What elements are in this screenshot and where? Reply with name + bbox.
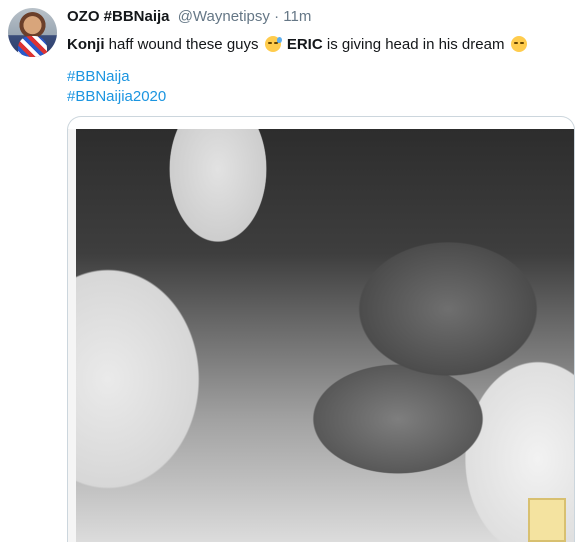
hashtag-link-bbnaija[interactable]: #BBNaija: [67, 67, 572, 87]
tweet-text-segment-2: is giving head in his dream: [322, 36, 509, 53]
header-separator: ·: [274, 8, 280, 25]
video-media[interactable]: [67, 116, 575, 542]
tweet[interactable]: OZO #BBNaija @Waynetipsy · 11m Konji haf…: [0, 0, 581, 542]
smiling-face-emoji-icon: [510, 36, 527, 52]
hashtag-list: #BBNaija #BBNaijia2020: [67, 67, 572, 107]
author-handle[interactable]: @Waynetipsy: [178, 8, 270, 25]
bold-word-konji: Konji: [67, 36, 105, 53]
tweet-text: Konji haff wound these guys ERIC is givi…: [67, 35, 572, 55]
video-corner-logo: [528, 498, 566, 542]
tweet-header: OZO #BBNaija @Waynetipsy · 11m: [67, 7, 572, 27]
tweet-timestamp[interactable]: 11m: [283, 8, 311, 25]
tweet-content: OZO #BBNaija @Waynetipsy · 11m Konji haf…: [67, 7, 572, 107]
tweet-text-segment-1: haff wound these guys: [104, 36, 263, 53]
author-name[interactable]: OZO #BBNaija: [67, 8, 170, 25]
grinning-sweat-emoji-icon: [264, 36, 282, 52]
bold-word-eric: ERIC: [286, 36, 323, 53]
video-frame[interactable]: [68, 129, 574, 542]
video-border: [68, 129, 76, 542]
hashtag-link-bbnaijia2020[interactable]: #BBNaijia2020: [67, 87, 572, 107]
avatar[interactable]: [8, 8, 57, 57]
